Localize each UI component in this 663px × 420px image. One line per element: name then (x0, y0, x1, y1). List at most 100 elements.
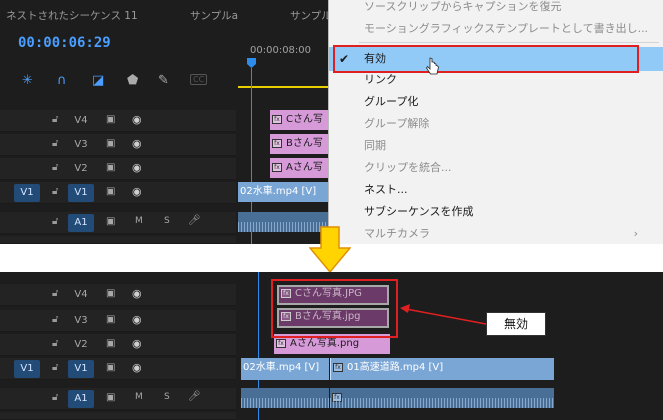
down-arrow-icon (309, 226, 351, 274)
tab-sample[interactable]: サンプル (290, 8, 332, 23)
mic-icon[interactable]: 🎤︎ (188, 391, 201, 402)
menu-separator (359, 42, 659, 43)
menu-item-merge-clips[interactable]: クリップを統合... (329, 157, 663, 179)
menu-item-ungroup[interactable]: グループ解除 (329, 113, 663, 135)
track-name[interactable]: V1 (68, 360, 94, 378)
ruler-time-label: 00:00:08:00 (250, 45, 312, 56)
clip-02-suisha-video[interactable]: 02水車.mp4 [V] (238, 182, 328, 202)
marker-icon[interactable]: ⬟ (127, 73, 138, 88)
track-a1: 🔓︎ A1 ▣ M S 🎤︎ fx (0, 388, 663, 410)
track-header: 🔓︎ V4 ▣ ◉ (0, 110, 236, 132)
track-name[interactable]: A1 (68, 214, 94, 232)
playhead-timecode[interactable]: 00:00:06:29 (18, 35, 111, 51)
eye-icon[interactable]: ◉ (132, 113, 142, 126)
sync-lock-icon[interactable]: ▣ (106, 288, 115, 299)
captions-button[interactable]: CC (190, 74, 208, 85)
source-patch-v1[interactable]: V1 (14, 360, 40, 378)
lock-icon[interactable]: 🔓︎ (52, 186, 58, 197)
track-name[interactable]: V4 (68, 286, 94, 304)
tab-nested-sequence[interactable]: ネストされたシーケンス 11 (6, 8, 138, 23)
lock-icon[interactable]: 🔓︎ (52, 114, 58, 125)
chevron-right-icon: › (633, 227, 638, 240)
clip-label: 02水車.mp4 [V] (240, 186, 317, 197)
menu-item-label: マルチカメラ (364, 227, 430, 240)
sync-lock-icon[interactable]: ▣ (106, 162, 115, 173)
menu-item-group[interactable]: グループ化 (329, 91, 663, 113)
lock-icon[interactable]: 🔓︎ (52, 162, 58, 173)
eye-icon[interactable]: ◉ (132, 361, 142, 374)
tab-sample-a[interactable]: サンプルa (190, 8, 238, 23)
menu-item-export-mogrt[interactable]: モーショングラフィックステンプレートとして書き出し... (329, 18, 663, 40)
fx-icon: fx (272, 138, 282, 148)
lock-icon[interactable]: 🔓︎ (52, 314, 58, 325)
eye-icon[interactable]: ◉ (132, 313, 142, 326)
fx-icon: fx (333, 362, 343, 372)
clip-01-highway-audio[interactable]: fx (330, 388, 554, 408)
eye-icon[interactable]: ◉ (132, 185, 142, 198)
source-patch-v1[interactable]: V1 (14, 184, 40, 202)
lock-icon[interactable]: 🔓︎ (52, 216, 58, 227)
clip-02-suisha-video[interactable]: 02水車.mp4 [V] (241, 358, 329, 380)
track-name[interactable]: A1 (68, 390, 94, 408)
highlight-box-enable (333, 45, 639, 73)
clip-label: Cさん写 (286, 114, 323, 125)
mouse-cursor-icon (426, 57, 439, 75)
track-name[interactable]: V3 (68, 312, 94, 330)
menu-item-nest[interactable]: ネスト... (329, 179, 663, 201)
lock-icon[interactable]: 🔓︎ (52, 392, 58, 403)
eye-icon[interactable]: ◉ (132, 137, 142, 150)
sync-lock-icon[interactable]: ▣ (106, 392, 115, 403)
context-menu: ソースクリップからキャプションを復元 モーショングラフィックステンプレートとして… (328, 0, 663, 244)
eye-icon[interactable]: ◉ (132, 337, 142, 350)
magnet-icon[interactable]: ∩ (57, 73, 67, 88)
track-name[interactable]: V2 (68, 160, 94, 178)
menu-item-make-subsequence[interactable]: サブシーケンスを作成 (329, 201, 663, 223)
clip-02-suisha-audio[interactable] (241, 388, 329, 408)
track-header: 🔓︎ V3 ▣ ◉ (0, 310, 236, 332)
track-header: 🔓︎ V3 ▣ ◉ (0, 134, 236, 156)
track-name[interactable]: V3 (68, 136, 94, 154)
eye-icon[interactable]: ◉ (132, 161, 142, 174)
mute-button[interactable]: M (135, 392, 143, 402)
timeline-panel-before: ネストされたシーケンス 11 サンプルa サンプル 00:00:06:29 00… (0, 0, 663, 244)
track-name[interactable]: V4 (68, 112, 94, 130)
sync-lock-icon[interactable]: ▣ (106, 314, 115, 325)
clip-b-photo[interactable]: fx Bさん写 (270, 134, 328, 154)
ripple-icon[interactable]: ✳ (22, 73, 33, 88)
linked-selection-icon[interactable]: ◪ (92, 73, 104, 88)
eye-icon[interactable]: ◉ (132, 287, 142, 300)
solo-button[interactable]: S (164, 392, 170, 402)
sync-lock-icon[interactable]: ▣ (106, 338, 115, 349)
menu-item-synchronize[interactable]: 同期 (329, 135, 663, 157)
clip-a-photo[interactable]: fx Aさん写 (270, 158, 328, 178)
mic-icon[interactable]: 🎤︎ (188, 215, 201, 226)
sync-lock-icon[interactable]: ▣ (106, 186, 115, 197)
lock-icon[interactable]: 🔓︎ (52, 338, 58, 349)
track-a2 (0, 412, 663, 420)
clip-label: Aさん写真.png (290, 338, 360, 349)
menu-item-restore-captions[interactable]: ソースクリップからキャプションを復元 (329, 0, 663, 18)
clip-label: Bさん写 (286, 138, 323, 149)
lock-icon[interactable]: 🔓︎ (52, 288, 58, 299)
lock-icon[interactable]: 🔓︎ (52, 138, 58, 149)
solo-button[interactable]: S (164, 216, 170, 226)
sync-lock-icon[interactable]: ▣ (106, 138, 115, 149)
mute-button[interactable]: M (135, 216, 143, 226)
track-name[interactable]: V1 (68, 184, 94, 202)
sync-lock-icon[interactable]: ▣ (106, 362, 115, 373)
track-header: 🔓︎ V2 ▣ ◉ (0, 158, 236, 180)
callout-disabled-label: 無効 (486, 312, 546, 336)
clip-c-photo[interactable]: fx Cさん写 (270, 110, 328, 130)
menu-item-multicamera[interactable]: マルチカメラ › (329, 223, 663, 244)
wrench-icon[interactable]: ✎ (158, 73, 169, 88)
track-header (0, 236, 236, 244)
clip-01-highway-video[interactable]: fx 01高速道路.mp4 [V] (330, 358, 554, 380)
track-header: 🔓︎ A1 ▣ M S 🎤︎ (0, 212, 236, 234)
audio-waveform (330, 398, 554, 408)
sync-lock-icon[interactable]: ▣ (106, 216, 115, 227)
track-header: V1 🔓︎ V1 ▣ ◉ (0, 358, 236, 380)
lock-icon[interactable]: 🔓︎ (52, 362, 58, 373)
sync-lock-icon[interactable]: ▣ (106, 114, 115, 125)
track-header: 🔓︎ V4 ▣ ◉ (0, 284, 236, 306)
track-name[interactable]: V2 (68, 336, 94, 354)
